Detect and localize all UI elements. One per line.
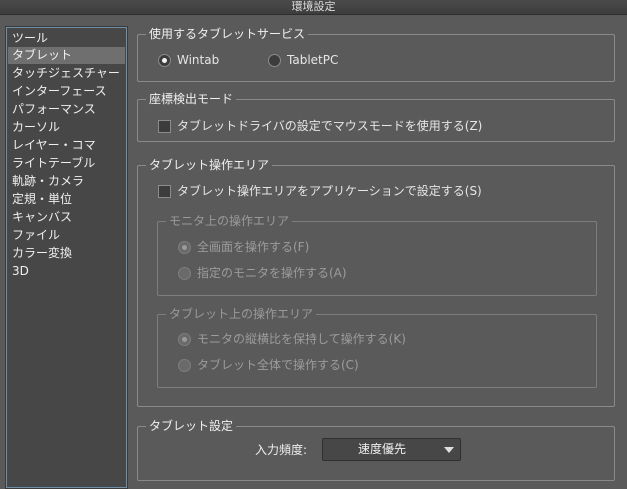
- sidebar-item-cursor[interactable]: カーソル: [8, 119, 125, 136]
- set-in-app-checkbox[interactable]: [158, 184, 171, 198]
- tabletpc-radio-row[interactable]: TabletPC: [268, 52, 338, 68]
- sidebar-item-ruler-unit[interactable]: 定規・単位: [8, 191, 125, 208]
- wintab-radio[interactable]: [158, 53, 171, 67]
- mouse-mode-checkbox[interactable]: [158, 119, 171, 133]
- sidebar-item-interface[interactable]: インターフェース: [8, 83, 125, 100]
- keep-ratio-radio: [178, 332, 191, 346]
- sidebar-item-3d[interactable]: 3D: [8, 263, 125, 280]
- tablet-area-title: タブレット上の操作エリア: [166, 306, 317, 322]
- mouse-mode-checkbox-row[interactable]: タブレットドライバの設定でマウスモードを使用する(Z): [158, 118, 482, 134]
- category-list[interactable]: ツール タブレット タッチジェスチャー インターフェース パフォーマンス カーソ…: [5, 26, 128, 489]
- window-title: 環境設定: [0, 0, 627, 15]
- input-frequency-value[interactable]: 速度優先: [323, 439, 441, 460]
- sidebar-item-layer-frame[interactable]: レイヤー・コマ: [8, 137, 125, 154]
- specified-monitor-radio: [178, 266, 191, 280]
- operation-area-title: タブレット操作エリア: [146, 157, 273, 173]
- set-in-app-checkbox-row[interactable]: タブレット操作エリアをアプリケーションで設定する(S): [158, 183, 482, 199]
- whole-tablet-label: タブレット全体で操作する(C): [197, 358, 359, 372]
- full-screen-radio-row: 全画面を操作する(F): [178, 239, 309, 255]
- sidebar-item-performance[interactable]: パフォーマンス: [8, 101, 125, 118]
- keep-ratio-label: モニタの縦横比を保持して操作する(K): [197, 332, 406, 346]
- tabletpc-label[interactable]: TabletPC: [287, 52, 338, 68]
- tablet-service-title: 使用するタブレットサービス: [146, 26, 309, 42]
- wintab-label[interactable]: Wintab: [177, 52, 219, 68]
- tabletpc-radio[interactable]: [268, 53, 281, 67]
- sidebar-item-light-table[interactable]: ライトテーブル: [8, 155, 125, 172]
- sidebar-item-canvas[interactable]: キャンバス: [8, 209, 125, 226]
- full-screen-radio: [178, 240, 191, 254]
- chevron-down-icon[interactable]: [444, 447, 454, 453]
- specified-monitor-radio-row: 指定のモニタを操作する(A): [178, 265, 347, 281]
- mouse-mode-label[interactable]: タブレットドライバの設定でマウスモードを使用する(Z): [177, 118, 482, 134]
- sidebar-item-path-camera[interactable]: 軌跡・カメラ: [8, 173, 125, 190]
- input-frequency-label: 入力頻度:: [255, 443, 308, 457]
- monitor-area-title: モニタ上の操作エリア: [166, 213, 293, 229]
- sidebar-item-tool[interactable]: ツール: [8, 30, 125, 47]
- specified-monitor-label: 指定のモニタを操作する(A): [197, 266, 347, 280]
- input-frequency-select[interactable]: 速度優先: [322, 438, 461, 461]
- sidebar-item-color-conversion[interactable]: カラー変換: [8, 245, 125, 262]
- monitor-area-group: モニタ上の操作エリア: [157, 213, 597, 296]
- set-in-app-label[interactable]: タブレット操作エリアをアプリケーションで設定する(S): [177, 183, 482, 199]
- tablet-area-group: タブレット上の操作エリア: [157, 306, 597, 388]
- whole-tablet-radio-row: タブレット全体で操作する(C): [178, 357, 359, 373]
- full-screen-label: 全画面を操作する(F): [197, 240, 310, 254]
- tablet-settings-title: タブレット設定: [146, 418, 237, 434]
- wintab-radio-row[interactable]: Wintab: [158, 52, 219, 68]
- keep-ratio-radio-row: モニタの縦横比を保持して操作する(K): [178, 331, 406, 347]
- sidebar-item-file[interactable]: ファイル: [8, 227, 125, 244]
- whole-tablet-radio: [178, 358, 191, 372]
- coordinate-mode-title: 座標検出モード: [146, 91, 237, 107]
- sidebar-item-tablet[interactable]: タブレット: [8, 47, 125, 64]
- sidebar-item-touch-gesture[interactable]: タッチジェスチャー: [8, 65, 125, 82]
